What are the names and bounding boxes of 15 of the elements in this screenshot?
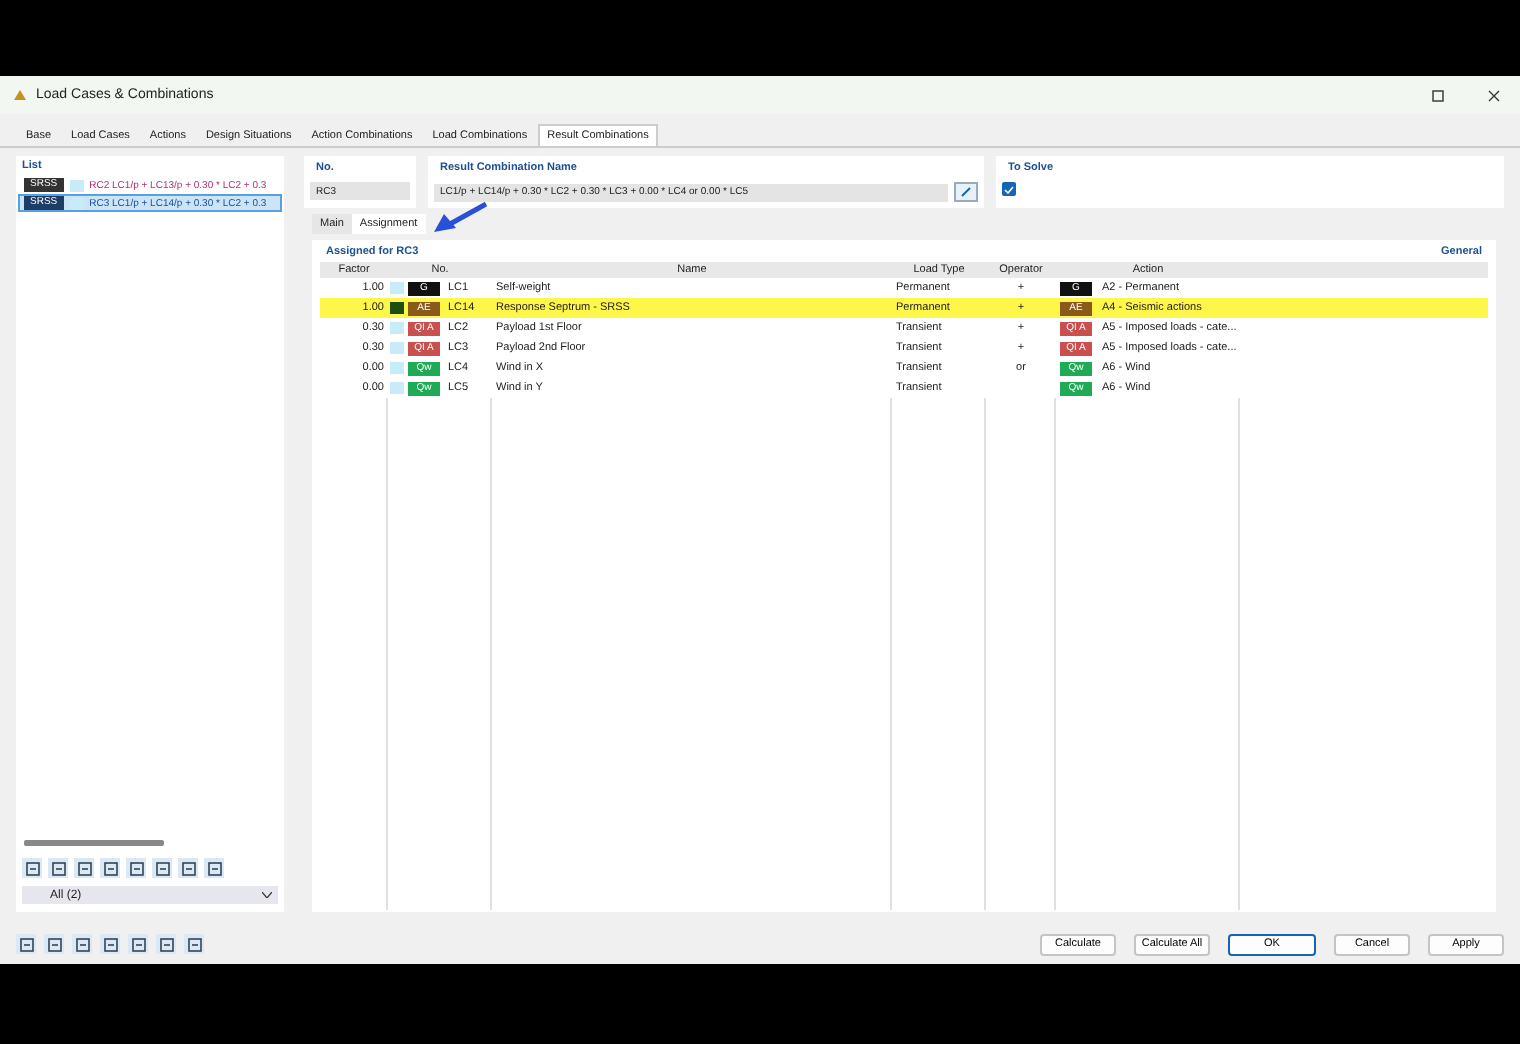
pencil-icon [959, 186, 973, 198]
color-swatch [390, 282, 404, 294]
scrollbar[interactable] [24, 840, 164, 846]
color-swatch [390, 342, 404, 354]
color-swatch [69, 197, 84, 209]
app-icon [12, 87, 28, 103]
color-swatch [69, 179, 84, 191]
color-square [390, 302, 404, 314]
caret-icon [262, 892, 272, 898]
color-swatch [390, 382, 404, 394]
edit-button[interactable] [954, 182, 978, 202]
color-swatch [390, 362, 404, 374]
checkbox[interactable] [1002, 182, 1016, 196]
arrow-annotation [432, 202, 488, 234]
color-swatch [390, 322, 404, 334]
